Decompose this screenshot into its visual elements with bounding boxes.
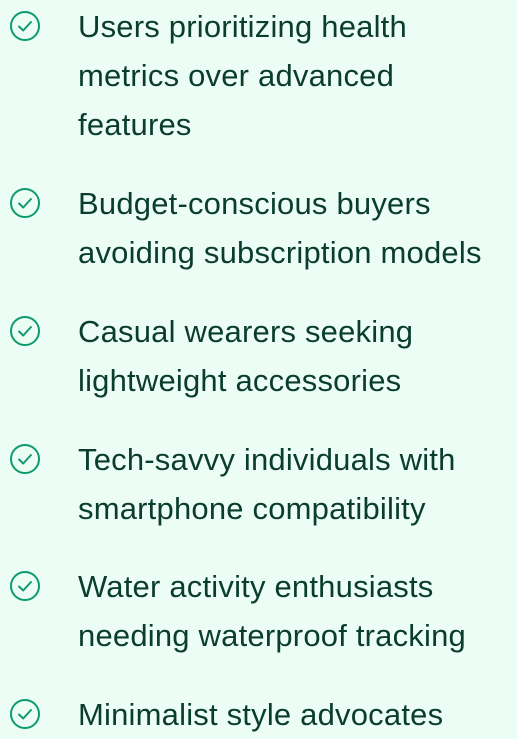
check-circle-icon <box>9 10 41 42</box>
check-circle-icon <box>9 315 41 347</box>
list-item-text: Users prioritizing health metrics over a… <box>78 9 407 142</box>
check-circle-icon <box>9 443 41 475</box>
list-item-text: Water activity enthusiasts needing water… <box>78 569 466 653</box>
check-circle-icon <box>9 570 41 602</box>
list-item-text: Budget-conscious buyers avoiding subscri… <box>78 186 482 270</box>
check-circle-icon <box>9 187 41 219</box>
check-circle-icon <box>9 698 41 730</box>
list-item-text: Casual wearers seeking lightweight acces… <box>78 314 414 398</box>
list-item-text: Minimalist style advocates <box>78 697 444 732</box>
list-item-text: Tech-savvy individuals with smartphone c… <box>78 442 456 526</box>
